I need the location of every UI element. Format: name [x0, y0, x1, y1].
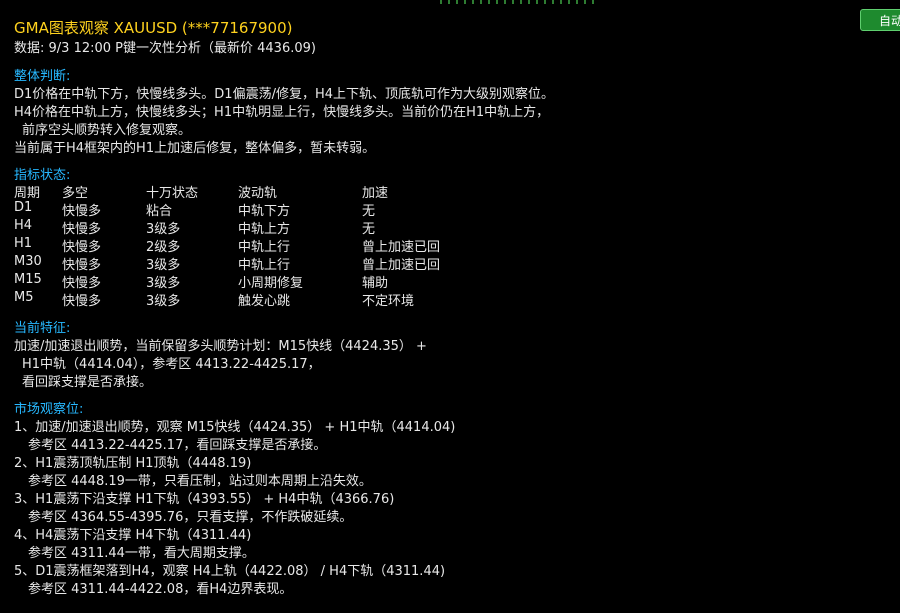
market-line: 4、H4震荡下沿支撑 H4下轨（4311.44): [14, 528, 252, 543]
cell-accel: 辅助: [362, 276, 389, 291]
data-subtitle: 数据: 9/3 12:00 P键一次性分析（最新价 4436.09): [14, 41, 316, 56]
overall-line: 前序空头顺势转入修复观察。: [22, 123, 192, 138]
col-direction: 多空: [62, 186, 89, 201]
market-line: 3、H1震荡下沿支撑 H1下轨（4393.55） + H4中轨（4366.76): [14, 492, 395, 507]
col-band: 波动轨: [238, 186, 278, 201]
cell-period: M15: [14, 272, 42, 287]
col-accel: 加速: [362, 186, 389, 201]
overall-heading: 整体判断:: [14, 69, 71, 84]
cell-period: H1: [14, 236, 33, 251]
cell-band: 中轨上行: [238, 240, 291, 255]
cell-direction: 快慢多: [62, 204, 102, 219]
market-heading: 市场观察位:: [14, 402, 84, 417]
cell-state: 3级多: [146, 258, 181, 273]
market-line: 参考区 4311.44一带，看大周期支撑。: [28, 546, 255, 561]
market-line: 5、D1震荡框架落到H4，观察 H4上轨（4422.08） / H4下轨（431…: [14, 564, 446, 579]
cell-direction: 快慢多: [62, 240, 102, 255]
cell-state: 2级多: [146, 240, 181, 255]
cell-band: 小周期修复: [238, 276, 304, 291]
cell-period: H4: [14, 218, 33, 233]
col-period: 周期: [14, 186, 41, 201]
current-line: H1中轨（4414.04），参考区 4413.22-4425.17，: [22, 357, 321, 372]
cell-state: 粘合: [146, 204, 173, 219]
cell-state: 3级多: [146, 294, 181, 309]
overall-line: H4价格在中轨上方，快慢线多头；H1中轨明显上行，快慢线多头。当前价仍在H1中轨…: [14, 105, 550, 120]
cell-period: M30: [14, 254, 42, 269]
cell-accel: 曾上加速已回: [362, 240, 441, 255]
overall-line: D1价格在中轨下方，快慢线多头。D1偏震荡/修复，H4上下轨、顶底轨可作为大级别…: [14, 87, 554, 102]
col-state: 十万状态: [146, 186, 199, 201]
cell-direction: 快慢多: [62, 276, 102, 291]
current-heading: 当前特征:: [14, 321, 71, 336]
cell-band: 中轨下方: [238, 204, 291, 219]
overall-line: 当前属于H4框架内的H1上加速后修复，整体偏多，暂未转弱。: [14, 141, 376, 156]
market-line: 参考区 4413.22-4425.17，看回踩支撑是否承接。: [28, 438, 327, 453]
cell-period: D1: [14, 200, 33, 215]
cell-state: 3级多: [146, 222, 181, 237]
cell-accel: 无: [362, 222, 376, 237]
cell-direction: 快慢多: [62, 258, 102, 273]
indicators-heading: 指标状态:: [14, 168, 71, 183]
cell-state: 3级多: [146, 276, 181, 291]
market-line: 参考区 4448.19一带，只看压制，站过则本周期上沿失效。: [28, 474, 372, 489]
market-line: 2、H1震荡顶轨压制 H1顶轨（4448.19): [14, 456, 252, 471]
market-line: 参考区 4364.55-4395.76，只看支撑，不作跌破延续。: [28, 510, 353, 525]
market-line: 参考区 4311.44-4422.08，看H4边界表现。: [28, 582, 293, 597]
cell-accel: 曾上加速已回: [362, 258, 441, 273]
cell-accel: 无: [362, 204, 376, 219]
cell-accel: 不定环境: [362, 294, 415, 309]
current-line: 加速/加速退出顺势，当前保留多头顺势计划：M15快线（4424.35） +: [14, 339, 427, 354]
auto-button[interactable]: 自动: [860, 9, 900, 31]
cell-band: 中轨上行: [238, 258, 291, 273]
cell-period: M5: [14, 290, 34, 305]
current-line: 看回踩支撑是否承接。: [22, 375, 153, 390]
window-title: GMA图表观察 XAUUSD (***77167900): [14, 19, 293, 37]
toolbar-edge-marks: [440, 0, 760, 4]
cell-band: 中轨上方: [238, 222, 291, 237]
cell-direction: 快慢多: [62, 294, 102, 309]
market-line: 1、加速/加速退出顺势，观察 M15快线（4424.35） + H1中轨（441…: [14, 420, 456, 435]
cell-direction: 快慢多: [62, 222, 102, 237]
cell-band: 触发心跳: [238, 294, 291, 309]
